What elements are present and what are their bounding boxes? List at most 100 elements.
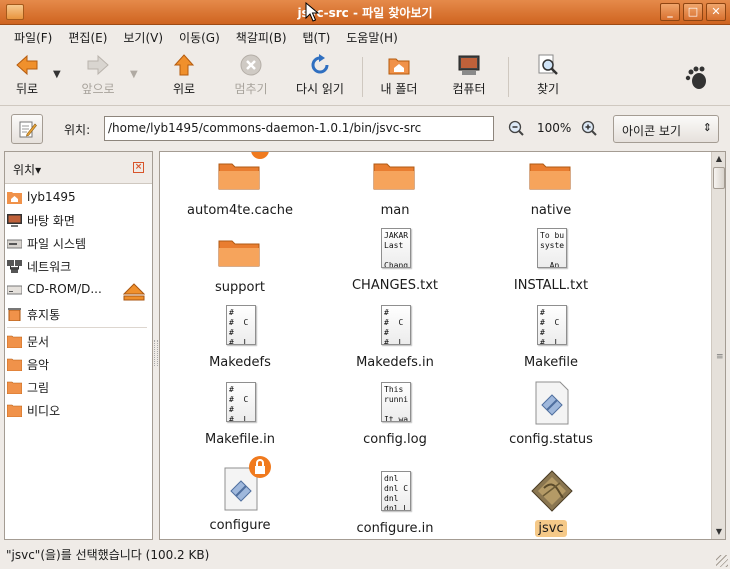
filesystem-icon xyxy=(7,239,22,248)
zoom-out-icon[interactable] xyxy=(508,120,524,139)
stop-button[interactable]: 멈추기 xyxy=(228,53,274,97)
file-item[interactable]: JAKAR Last Chang CHANGES.txt xyxy=(320,227,470,294)
close-button[interactable]: ✕ xyxy=(706,3,726,21)
sidebar-divider xyxy=(7,327,147,328)
pane-splitter-handle[interactable] xyxy=(154,340,158,366)
title-bar[interactable]: jsvc-src - 파일 찾아보기 _ □ ✕ xyxy=(0,0,730,25)
minimize-button[interactable]: _ xyxy=(660,3,680,21)
sidebar-item-network[interactable]: 네트워크 xyxy=(7,256,147,276)
back-button[interactable]: 뒤로 xyxy=(10,53,44,97)
sidebar-item-videos[interactable]: 비디오 xyxy=(7,400,147,420)
file-item[interactable]: autom4te.cache xyxy=(165,152,315,219)
back-label: 뒤로 xyxy=(15,82,39,96)
view-mode-select[interactable]: 아이콘 보기 ⇕ xyxy=(613,115,719,143)
menu-edit[interactable]: 편집(E) xyxy=(60,29,115,46)
file-item[interactable]: native xyxy=(476,152,626,219)
search-label: 찾기 xyxy=(536,82,560,96)
cdrom-icon xyxy=(7,285,22,294)
forward-history-chevron-icon[interactable]: ▼ xyxy=(130,69,138,80)
stop-icon xyxy=(239,53,263,77)
reload-label: 다시 읽기 xyxy=(296,82,344,96)
sidebar-item-filesystem[interactable]: 파일 시스템 xyxy=(7,233,147,253)
text-file-icon: # # C # # L xyxy=(216,304,264,352)
stop-label: 멈추기 xyxy=(234,82,268,96)
zoom-level[interactable]: 100% xyxy=(537,121,571,135)
scroll-down-arrow-icon[interactable]: ▼ xyxy=(712,525,726,539)
forward-button[interactable]: 앞으로 xyxy=(76,53,120,97)
location-toggle-button[interactable] xyxy=(11,114,43,144)
lock-emblem-icon xyxy=(249,456,271,478)
file-item[interactable]: # # C # # L Makefile.in xyxy=(165,381,315,448)
sidebar-item-home[interactable]: lyb1495 xyxy=(7,187,147,207)
eject-icon[interactable] xyxy=(122,283,146,304)
toolbar-separator xyxy=(362,57,363,97)
search-button[interactable]: 찾기 xyxy=(528,53,568,97)
sidebar-type-select[interactable]: 위치▾ xyxy=(13,161,41,178)
file-item[interactable]: config.status xyxy=(476,381,626,448)
select-arrows-icon: ⇕ xyxy=(702,121,712,134)
text-file-icon: This runni It wa xyxy=(371,381,419,429)
executable-file-icon xyxy=(527,470,575,518)
menu-go[interactable]: 이동(G) xyxy=(171,29,228,46)
trash-icon xyxy=(8,307,21,321)
lock-emblem-icon xyxy=(251,152,269,159)
network-icon xyxy=(7,259,22,273)
computer-button[interactable]: 컴퓨터 xyxy=(445,53,493,97)
file-icon-view: autom4te.cache man native support JAKAR … xyxy=(159,151,726,540)
computer-label: 컴퓨터 xyxy=(452,82,486,96)
script-file-icon xyxy=(216,456,271,515)
toolbar: 뒤로 ▼ 앞으로 ▼ 위로 멈추기 다시 읽기 내 폴더 컴퓨터 찾기 xyxy=(0,49,730,106)
file-item[interactable]: # # C # # L Makedefs.in xyxy=(320,304,470,371)
resize-grip[interactable] xyxy=(716,555,728,567)
file-item[interactable]: dnl dnl C dnl dnl L configure.in xyxy=(320,470,470,537)
sidebar-item-trash[interactable]: 휴지통 xyxy=(7,304,147,324)
status-text: "jsvc"(을)를 선택했습니다 (100.2 KB) xyxy=(6,548,210,562)
reload-button[interactable]: 다시 읽기 xyxy=(290,53,350,97)
scroll-thumb[interactable] xyxy=(713,167,725,189)
menu-bookmarks[interactable]: 책갈피(B) xyxy=(228,29,295,46)
text-file-icon: # # C # # L xyxy=(371,304,419,352)
file-item[interactable]: # # C # # L Makedefs xyxy=(165,304,315,371)
menu-file[interactable]: 파일(F) xyxy=(6,29,60,46)
location-path-input[interactable]: /home/lyb1495/commons-daemon-1.0.1/bin/j… xyxy=(104,116,494,141)
maximize-button[interactable]: □ xyxy=(683,3,703,21)
location-bar: 위치: /home/lyb1495/commons-daemon-1.0.1/b… xyxy=(0,106,730,148)
sidebar-item-documents[interactable]: 문서 xyxy=(7,331,147,351)
vertical-scrollbar[interactable]: ▲ ≡ ▼ xyxy=(711,152,725,539)
sidebar-item-pictures[interactable]: 그림 xyxy=(7,377,147,397)
file-item[interactable]: configure xyxy=(165,456,315,534)
file-item[interactable]: This runni It wa config.log xyxy=(320,381,470,448)
file-item-selected[interactable]: jsvc xyxy=(476,470,626,537)
up-arrow-icon xyxy=(172,53,196,77)
back-history-chevron-icon[interactable]: ▼ xyxy=(53,69,61,80)
menu-bar: 파일(F) 편집(E) 보기(V) 이동(G) 책갈피(B) 탭(T) 도움말(… xyxy=(0,25,730,49)
reload-icon xyxy=(308,53,332,77)
sidebar-close-icon[interactable]: × xyxy=(133,162,144,173)
file-item[interactable]: support xyxy=(165,229,315,296)
location-label: 위치: xyxy=(64,123,91,137)
search-icon xyxy=(536,53,560,77)
sidebar-item-desktop[interactable]: 바탕 화면 xyxy=(7,210,147,230)
sidebar-item-music[interactable]: 음악 xyxy=(7,354,147,374)
menu-view[interactable]: 보기(V) xyxy=(115,29,171,46)
zoom-in-icon[interactable] xyxy=(581,120,597,139)
text-file-icon: # # C # # L xyxy=(216,381,264,429)
menu-tabs[interactable]: 탭(T) xyxy=(295,29,339,46)
folder-icon xyxy=(7,335,22,348)
home-button[interactable]: 내 폴더 xyxy=(375,53,423,97)
forward-label: 앞으로 xyxy=(81,82,115,96)
up-button[interactable]: 위로 xyxy=(166,53,202,97)
gnome-foot-icon xyxy=(684,65,710,94)
status-bar: "jsvc"(을)를 선택했습니다 (100.2 KB) xyxy=(0,542,730,569)
home-folder-icon xyxy=(387,53,411,77)
window-title: jsvc-src - 파일 찾아보기 xyxy=(297,6,433,20)
menu-help[interactable]: 도움말(H) xyxy=(338,29,406,46)
file-item[interactable]: man xyxy=(320,152,470,219)
folder-icon xyxy=(216,152,269,200)
home-label: 내 폴더 xyxy=(380,82,418,96)
file-item[interactable]: To bu syste An INSTALL.txt xyxy=(476,227,626,294)
file-item[interactable]: # # C # # L Makefile xyxy=(476,304,626,371)
scroll-up-arrow-icon[interactable]: ▲ xyxy=(712,152,726,166)
up-label: 위로 xyxy=(172,82,196,96)
scroll-grip-icon: ≡ xyxy=(716,352,724,362)
